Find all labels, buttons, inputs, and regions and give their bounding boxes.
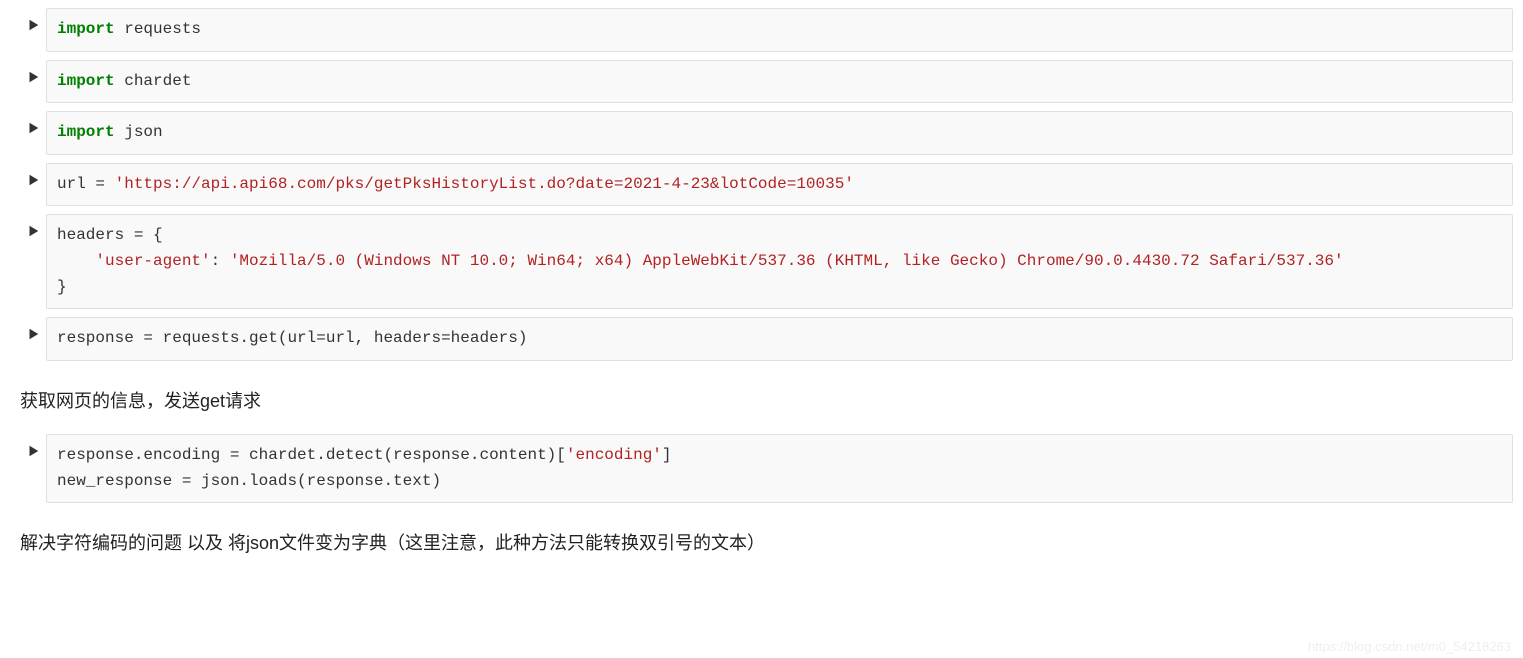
code-text: chardet: [115, 72, 192, 90]
run-cell-button[interactable]: [10, 111, 46, 138]
code-text: ]: [662, 446, 672, 464]
watermark: https://blog.csdn.net/m0_54218263: [1308, 639, 1511, 654]
keyword: import: [57, 20, 115, 38]
code-cell: response.encoding = chardet.detect(respo…: [10, 434, 1513, 503]
run-cell-button[interactable]: [10, 434, 46, 461]
run-icon: [26, 224, 40, 241]
code-cell: import json: [10, 111, 1513, 155]
run-icon: [26, 70, 40, 87]
code-text: }: [57, 278, 67, 296]
run-icon: [26, 327, 40, 344]
code-cell: url = 'https://api.api68.com/pks/getPksH…: [10, 163, 1513, 207]
run-icon: [26, 444, 40, 461]
markdown-text: 解决字符编码的问题 以及 将json文件变为字典（这里注意，此种方法只能转换双引…: [20, 533, 765, 553]
markdown-text: 获取网页的信息，发送get请求: [20, 391, 261, 411]
string-literal: 'user-agent': [95, 252, 210, 270]
code-cell: import requests: [10, 8, 1513, 52]
watermark-text: https://blog.csdn.net/m0_54218263: [1308, 639, 1511, 654]
code-input[interactable]: url = 'https://api.api68.com/pks/getPksH…: [46, 163, 1513, 207]
code-input[interactable]: import json: [46, 111, 1513, 155]
run-cell-button[interactable]: [10, 317, 46, 344]
keyword: import: [57, 123, 115, 141]
code-input[interactable]: response = requests.get(url=url, headers…: [46, 317, 1513, 361]
run-cell-button[interactable]: [10, 214, 46, 241]
code-text: requests: [115, 20, 201, 38]
code-input[interactable]: import chardet: [46, 60, 1513, 104]
code-cell: headers = { 'user-agent': 'Mozilla/5.0 (…: [10, 214, 1513, 309]
code-text: headers = {: [57, 226, 163, 244]
code-cell: import chardet: [10, 60, 1513, 104]
string-literal: 'https://api.api68.com/pks/getPksHistory…: [115, 175, 854, 193]
string-literal: 'Mozilla/5.0 (Windows NT 10.0; Win64; x6…: [230, 252, 1344, 270]
run-cell-button[interactable]: [10, 8, 46, 35]
code-input[interactable]: headers = { 'user-agent': 'Mozilla/5.0 (…: [46, 214, 1513, 309]
code-input[interactable]: response.encoding = chardet.detect(respo…: [46, 434, 1513, 503]
code-text: new_response = json.loads(response.text): [57, 472, 441, 490]
markdown-cell: 解决字符编码的问题 以及 将json文件变为字典（这里注意，此种方法只能转换双引…: [10, 511, 1513, 562]
run-cell-button[interactable]: [10, 60, 46, 87]
code-text: [57, 252, 95, 270]
string-literal: 'encoding': [566, 446, 662, 464]
code-text: response = requests.get(url=url, headers…: [57, 329, 527, 347]
run-icon: [26, 18, 40, 35]
run-icon: [26, 121, 40, 138]
run-cell-button[interactable]: [10, 163, 46, 190]
keyword: import: [57, 72, 115, 90]
code-input[interactable]: import requests: [46, 8, 1513, 52]
code-text: json: [115, 123, 163, 141]
code-text: response.encoding = chardet.detect(respo…: [57, 446, 566, 464]
code-text: :: [211, 252, 230, 270]
markdown-cell: 获取网页的信息，发送get请求: [10, 369, 1513, 434]
code-text: url =: [57, 175, 115, 193]
run-icon: [26, 173, 40, 190]
code-cell: response = requests.get(url=url, headers…: [10, 317, 1513, 361]
